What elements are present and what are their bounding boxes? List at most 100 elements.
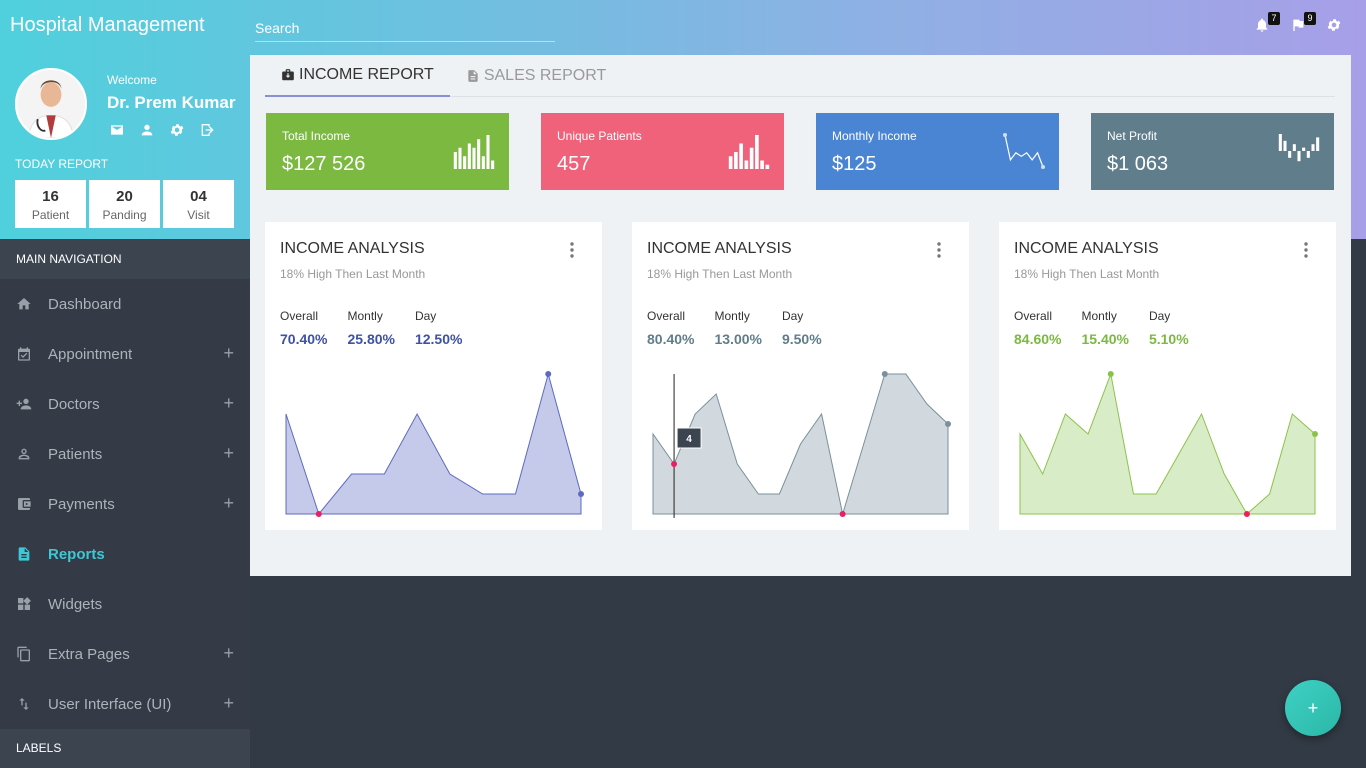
- tab-sales-report[interactable]: SALES REPORT: [450, 55, 622, 97]
- sidebar-item-extra-pages[interactable]: Extra Pages +: [0, 629, 250, 679]
- main-panel: INCOME REPORT SALES REPORT Total Income …: [250, 55, 1351, 576]
- flag-icon[interactable]: 9: [1288, 12, 1316, 36]
- spark-bar: [765, 164, 770, 169]
- metric-overall: Overall 70.40%: [280, 309, 327, 347]
- today-value: 20: [116, 188, 133, 205]
- card-subtitle: 18% High Then Last Month: [280, 267, 426, 281]
- metric-overall: Overall 80.40%: [647, 309, 694, 347]
- labels-header: LABELS: [0, 729, 250, 768]
- person-outline-icon: [16, 446, 32, 462]
- sidebar-item-user-interface[interactable]: User Interface (UI) +: [0, 679, 250, 729]
- today-visit: 04 Visit: [163, 180, 234, 228]
- area-chart: [285, 371, 584, 517]
- metric-value: 84.60%: [1014, 331, 1062, 347]
- sidebar-item-doctors[interactable]: Doctors +: [0, 379, 250, 429]
- card-title: INCOME ANALYSIS: [647, 240, 792, 257]
- sidebar-item-label: Extra Pages: [48, 645, 130, 663]
- widgets-icon: [16, 596, 32, 612]
- end-point: [578, 491, 584, 497]
- welcome-label: Welcome: [107, 73, 157, 87]
- spark-bar: [744, 160, 749, 169]
- mail-icon[interactable]: [109, 122, 125, 138]
- expand-icon[interactable]: +: [223, 643, 234, 664]
- sidebar-item-label: Payments: [48, 495, 115, 513]
- expand-icon[interactable]: +: [223, 343, 234, 364]
- hover-point: [671, 461, 678, 467]
- spark-bar: [1311, 144, 1315, 151]
- spark-bar: [1292, 144, 1296, 151]
- sidebar-item-label: Appointment: [48, 345, 133, 363]
- metric-label: Day: [1148, 309, 1171, 323]
- more-vert-icon[interactable]: [570, 242, 574, 258]
- avatar[interactable]: [15, 68, 87, 140]
- tab-income-report[interactable]: INCOME REPORT: [265, 55, 450, 97]
- spark-bar: [1283, 140, 1287, 151]
- add-button[interactable]: +: [1285, 680, 1341, 736]
- more-vert-icon[interactable]: [937, 242, 941, 258]
- area-chart: 4: [652, 371, 951, 518]
- today-value: 04: [190, 188, 207, 205]
- expand-icon[interactable]: +: [223, 693, 234, 714]
- gear-icon[interactable]: [169, 122, 185, 138]
- metric-value: 12.50%: [414, 331, 463, 347]
- max-point: [1107, 371, 1114, 377]
- income-analysis-card: INCOME ANALYSIS 18% High Then Last Month…: [265, 222, 602, 530]
- sidebar-item-patients[interactable]: Patients +: [0, 429, 250, 479]
- sidebar-item-appointment[interactable]: Appointment +: [0, 329, 250, 379]
- sidebar-item-widgets[interactable]: Widgets: [0, 579, 250, 629]
- spark-bar: [472, 147, 476, 169]
- card-title: INCOME ANALYSIS: [1014, 240, 1159, 257]
- gear-icon[interactable]: [1324, 14, 1344, 36]
- app-title: Hospital Management: [10, 14, 205, 36]
- spark-bar: [491, 160, 495, 169]
- spark-bar: [453, 152, 457, 169]
- copy-icon: [16, 646, 32, 662]
- stat-total-income: Total Income $127 526: [266, 113, 509, 190]
- card-metrics: Overall 84.60% Montly 15.40% Day 5.10%: [1014, 309, 1321, 347]
- metric-label: Montly: [714, 309, 750, 323]
- today-label: Panding: [102, 208, 147, 222]
- expand-icon[interactable]: +: [223, 443, 234, 464]
- chart-tooltip: 4: [676, 427, 702, 449]
- expand-icon[interactable]: +: [223, 393, 234, 414]
- swap-icon: [16, 696, 32, 712]
- sidebar-item-reports[interactable]: Reports: [0, 529, 250, 579]
- file-icon: [466, 69, 480, 83]
- spark-bar: [1278, 134, 1282, 151]
- sidebar-item-label: Doctors: [48, 395, 100, 413]
- metric-overall: Overall 84.60%: [1014, 309, 1061, 347]
- sidebar-item-payments[interactable]: Payments +: [0, 479, 250, 529]
- logout-icon[interactable]: [199, 122, 215, 138]
- metric-day: Day 9.50%: [782, 309, 822, 347]
- income-analysis-card: INCOME ANALYSIS 18% High Then Last Month…: [999, 222, 1336, 530]
- min-point: [315, 511, 322, 517]
- search-input[interactable]: [255, 14, 555, 42]
- today-label: Visit: [187, 208, 210, 222]
- sidebar-item-label: Dashboard: [48, 295, 122, 313]
- stat-monthly-income: Monthly Income $125: [816, 113, 1059, 190]
- spark-bar: [458, 147, 462, 169]
- end-point: [945, 421, 951, 427]
- spark-bar: [463, 156, 467, 169]
- spark-bar: [481, 156, 485, 169]
- metric-value: 5.10%: [1148, 331, 1189, 347]
- today-report: 16 Patient 20 Panding 04 Visit: [15, 180, 234, 228]
- series-area: [285, 372, 582, 516]
- spark-bar: [467, 143, 471, 169]
- metric-label: Overall: [647, 309, 686, 323]
- sidebar-item-label: Patients: [48, 445, 103, 463]
- today-label: Patient: [31, 208, 70, 222]
- bell-icon[interactable]: 7: [1252, 12, 1280, 36]
- tooltip-value: 4: [686, 434, 692, 445]
- more-vert-icon[interactable]: [1304, 242, 1308, 258]
- wallet-icon: [16, 496, 32, 512]
- sidebar-item-dashboard[interactable]: Dashboard: [0, 279, 250, 329]
- stat-unique-patients: Unique Patients 457: [541, 113, 784, 190]
- metric-value: 25.80%: [347, 331, 395, 347]
- spark-bar: [760, 160, 764, 169]
- spark-bar: [734, 152, 738, 169]
- expand-icon[interactable]: +: [223, 493, 234, 514]
- main-navigation-header: MAIN NAVIGATION: [0, 239, 250, 279]
- person-icon[interactable]: [139, 122, 155, 138]
- metric-value: 70.40%: [280, 331, 328, 347]
